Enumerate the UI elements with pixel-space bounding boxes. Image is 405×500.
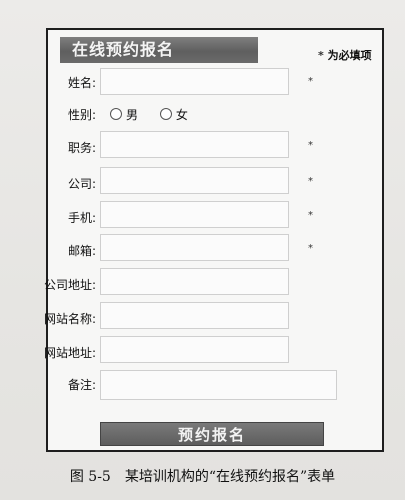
required-star-mobile: * (308, 210, 313, 221)
company-address-input[interactable] (100, 268, 289, 295)
required-star-name: * (308, 76, 313, 87)
gender-male-label: 男 (126, 108, 139, 122)
label-title: 职务: (67, 141, 96, 155)
label-company-address: 公司地址: (43, 278, 96, 292)
website-name-input[interactable] (100, 302, 289, 329)
submit-button[interactable]: 预约报名 (100, 422, 324, 446)
figure-caption: 图 5-5 某培训机构的“在线预约报名”表单 (69, 469, 336, 485)
form-banner-title: 在线预约报名 (60, 37, 258, 63)
required-star-title: * (308, 140, 313, 151)
company-input[interactable] (100, 167, 289, 194)
name-input[interactable] (100, 68, 289, 95)
email-input[interactable] (100, 234, 289, 261)
website-url-input[interactable] (100, 336, 289, 363)
gender-option-female[interactable]: 女 (159, 106, 188, 123)
radio-circle-icon[interactable] (159, 108, 172, 120)
required-star-company: * (308, 176, 313, 187)
required-note: * 为必填项 (318, 47, 372, 63)
title-input[interactable] (100, 131, 289, 158)
label-website-url: 网站地址: (43, 346, 96, 360)
label-company: 公司: (67, 177, 96, 191)
label-name: 姓名: (67, 76, 96, 90)
gender-radio-group: 男 女 (110, 106, 206, 123)
mobile-input[interactable] (100, 201, 289, 228)
label-notes: 备注: (67, 378, 96, 392)
label-gender: 性别: (67, 108, 96, 122)
required-note-text: 为必填项 (327, 49, 372, 62)
gender-option-male[interactable]: 男 (110, 106, 138, 123)
registration-form: 在线预约报名 * 为必填项 姓名: * 性别: 男 女 职务: * 公司: * … (44, 28, 384, 452)
notes-textarea[interactable] (100, 370, 337, 400)
label-website-name: 网站名称: (43, 312, 96, 326)
gender-female-label: 女 (175, 108, 188, 122)
required-star-email: * (308, 243, 313, 254)
label-email: 邮箱: (67, 244, 96, 258)
label-mobile: 手机: (67, 211, 96, 225)
radio-circle-icon[interactable] (110, 108, 122, 120)
required-star-icon: * (318, 49, 324, 62)
